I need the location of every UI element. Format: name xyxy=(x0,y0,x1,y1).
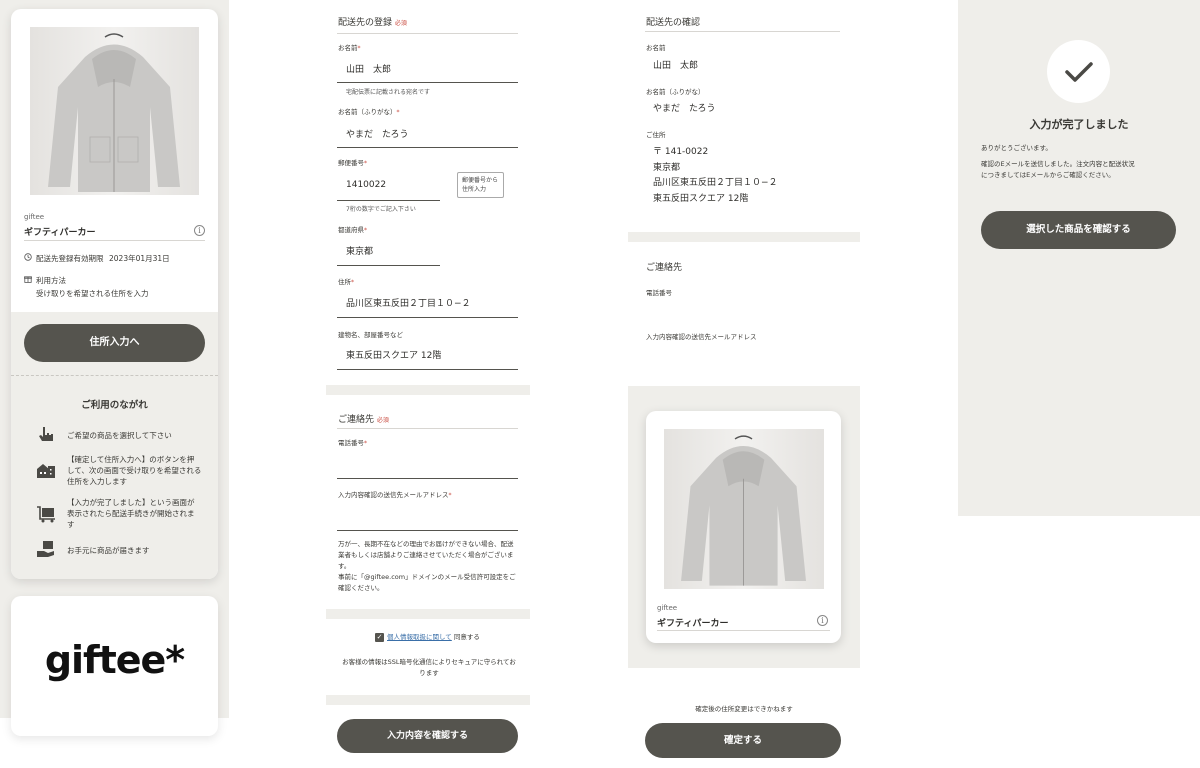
hand-box-icon xyxy=(37,541,54,557)
zip-input-underline xyxy=(337,200,440,201)
section-separator xyxy=(326,609,530,619)
info-icon[interactable]: i xyxy=(194,225,205,236)
flow-title: ご利用のながれ xyxy=(81,400,148,411)
divider xyxy=(24,240,205,241)
divider xyxy=(337,428,518,429)
ssl-note: お客様の情報はSSL暗号化通信によりセキュアに守られてお ります xyxy=(342,658,516,677)
confirm-kana-value: やまだ たろう xyxy=(653,104,716,114)
product-photo xyxy=(664,429,824,589)
pref-label: 都道府県* xyxy=(338,226,367,234)
phone-label: 電話番号* xyxy=(338,439,367,447)
name-input[interactable]: 山田 太郎 xyxy=(346,62,391,75)
email-label: 入力内容確認の送信先メールアドレス* xyxy=(338,491,452,499)
thanks-text: ありがとうございます。 xyxy=(981,144,1052,152)
form-section-title: 配送先の登録 必須 xyxy=(338,18,407,28)
flow-step-1: ご希望の商品を選択して下さい xyxy=(67,431,172,440)
pref-input-underline xyxy=(337,265,440,266)
gift-box-icon xyxy=(24,276,32,283)
finalize-button[interactable]: 確定する xyxy=(645,723,841,758)
phone-input[interactable] xyxy=(337,478,518,479)
hand-pointer-icon xyxy=(39,427,53,441)
confirm-phone-label: 電話番号 xyxy=(646,289,672,297)
divider xyxy=(337,33,518,34)
completion-message: 確認のEメールを送信しました。注文内容と配送状況 につきましてはEメールからご確… xyxy=(981,160,1135,179)
completion-title: 入力が完了しました xyxy=(1029,118,1129,131)
zip-input[interactable]: 1410022 xyxy=(346,180,386,190)
product-brand: giftee xyxy=(657,604,678,612)
delivery-notice: 万が一、長期不在などの理由でお届けができない場合、配送 業者もしくは店舗よりご連… xyxy=(338,540,516,592)
check-icon xyxy=(1047,40,1110,103)
product-name: ギフティパーカー xyxy=(657,619,729,629)
giftee-logo: giftee* xyxy=(44,638,185,682)
zip-label: 郵便番号* xyxy=(338,159,367,167)
building-input-underline xyxy=(337,369,518,370)
name-label: お名前* xyxy=(338,44,361,52)
confirm-address-label: ご住所 xyxy=(646,131,666,139)
gift-card: giftee ギフティパーカー i 配送先登録有効期限 2023年01月31日 … xyxy=(11,9,218,579)
flow-step-2: 【確定して住所入力へ】のボタンを押 して、次の画面で受け取りを希望される 住所を… xyxy=(67,455,202,486)
address-input-button[interactable]: 住所入力へ xyxy=(24,324,205,362)
kana-label: お名前（ふりがな）* xyxy=(338,108,400,116)
kana-input[interactable]: やまだ たろう xyxy=(346,127,408,140)
address-change-note: 確定後の住所変更はできかねます xyxy=(695,705,793,713)
privacy-link[interactable]: 個人情報取扱に関して xyxy=(387,633,452,641)
building-label: 建物名、部屋番号など xyxy=(338,331,403,339)
name-input-underline xyxy=(337,82,518,83)
view-selected-product-button[interactable]: 選択した商品を確認する xyxy=(981,211,1176,249)
confirm-section-title: 配送先の確認 xyxy=(646,18,701,28)
section-separator xyxy=(326,695,530,705)
divider xyxy=(645,31,840,32)
delivery-cart-icon xyxy=(37,506,55,523)
building-input[interactable]: 東五反田スクエア 12階 xyxy=(346,348,441,361)
dashed-divider xyxy=(11,375,218,376)
confirm-email-label: 入力内容確認の送信先メールアドレス xyxy=(646,333,757,341)
flow-step-4: お手元に商品が届きます xyxy=(67,546,150,555)
confirm-name-label: お名前 xyxy=(646,44,666,52)
product-name: ギフティパーカー xyxy=(24,228,96,238)
divider xyxy=(657,630,830,631)
deadline-label: 配送先登録有効期限 xyxy=(36,254,104,263)
flow-step-3: 【入力が完了しました】という画面が 表示されたら配送手続きが開始されま す xyxy=(67,498,195,529)
address-input[interactable]: 品川区東五反田２丁目１０−２ xyxy=(346,296,471,309)
confirm-input-button[interactable]: 入力内容を確認する xyxy=(337,719,518,753)
clock-icon xyxy=(24,253,32,261)
section-separator xyxy=(326,385,530,395)
address-label: 住所* xyxy=(338,278,354,286)
product-card: giftee ギフティパーカー i xyxy=(646,411,841,643)
email-input[interactable] xyxy=(337,530,518,531)
confirm-address-value: 〒 141-0022 東京都 品川区東五反田２丁目１０−２ 東五反田スクエア 1… xyxy=(653,147,778,204)
zip-help: 7桁の数字でご記入下さい xyxy=(346,206,416,213)
name-help: 宅配伝票に記載される宛名です xyxy=(346,89,431,96)
usage-text: 受け取りを希望される住所を入力 xyxy=(36,289,149,298)
usage-label: 利用方法 xyxy=(36,276,66,285)
contact-section-title: ご連絡先 必須 xyxy=(338,415,389,425)
confirm-kana-label: お名前（ふりがな） xyxy=(646,88,705,96)
hoodie-image xyxy=(681,435,807,586)
privacy-checkbox[interactable]: ✓ xyxy=(375,633,384,642)
pref-input[interactable]: 東京都 xyxy=(346,244,373,257)
kana-input-underline xyxy=(337,147,518,148)
confirm-name-value: 山田 太郎 xyxy=(653,61,699,71)
product-brand: giftee xyxy=(24,213,45,221)
zip-lookup-button[interactable]: 郵便番号から 住所入力 xyxy=(457,172,504,198)
giftee-logo-card: giftee* xyxy=(11,596,218,736)
house-icon xyxy=(37,464,55,478)
hoodie-image xyxy=(48,33,180,192)
address-input-underline xyxy=(337,317,518,318)
privacy-agree: 個人情報取扱に関して 同意する xyxy=(387,633,480,641)
section-separator xyxy=(628,232,860,242)
confirm-contact-title: ご連絡先 xyxy=(646,263,683,273)
deadline-date: 2023年01月31日 xyxy=(109,254,170,263)
product-photo xyxy=(30,27,199,195)
info-icon[interactable]: i xyxy=(817,615,828,626)
